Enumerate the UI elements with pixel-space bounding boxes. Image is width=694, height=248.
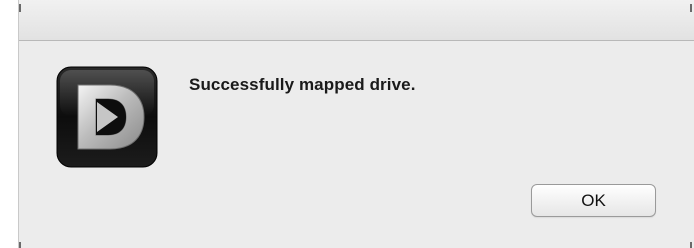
alert-dialog: Successfully mapped drive. OK bbox=[18, 0, 694, 248]
window-bottom-left-edge bbox=[19, 242, 21, 248]
titlebar-left-edge bbox=[19, 4, 21, 12]
window-bottom-right-edge bbox=[690, 242, 692, 248]
dialog-titlebar[interactable] bbox=[19, 0, 694, 41]
ok-button[interactable]: OK bbox=[531, 184, 656, 217]
dialog-message: Successfully mapped drive. bbox=[189, 75, 416, 94]
dlink-d-logo-icon bbox=[56, 66, 158, 168]
dialog-content: Successfully mapped drive. OK bbox=[19, 41, 694, 248]
titlebar-right-edge bbox=[690, 4, 692, 12]
